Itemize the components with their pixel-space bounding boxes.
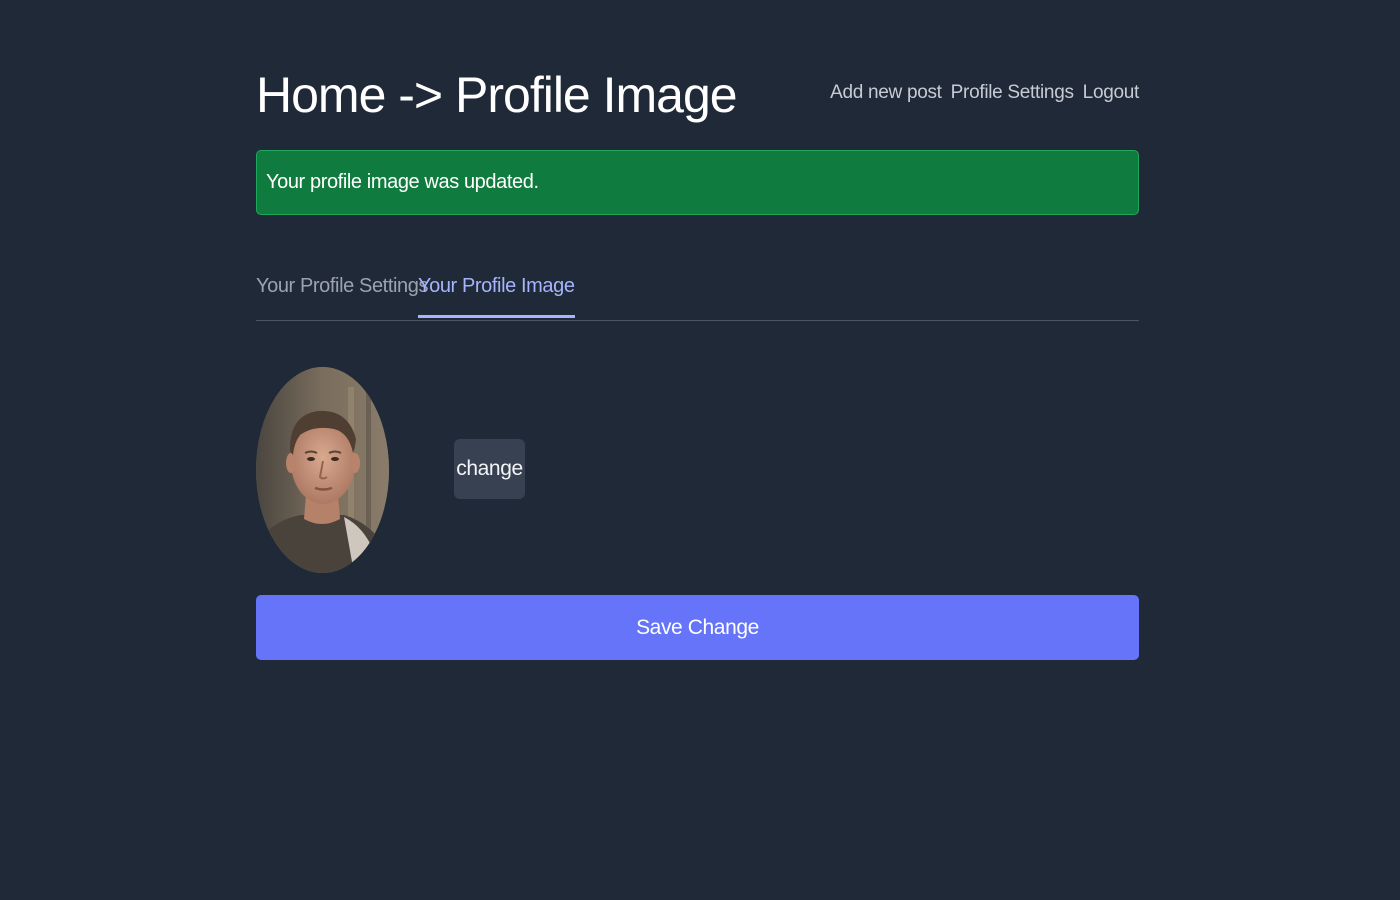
tab-profile-settings[interactable]: Your Profile Settings [256,268,428,318]
add-new-post-link[interactable]: Add new post [830,82,942,104]
page-header: Home -> Profile Image Add new post Profi… [256,0,1139,150]
user-photo-avatar-icon [256,367,389,573]
change-image-button[interactable]: change [454,439,525,499]
alert-message: Your profile image was updated. [266,171,539,193]
logout-link[interactable]: Logout [1083,82,1140,104]
top-nav: Add new post Profile Settings Logout [830,82,1139,104]
main-container: Home -> Profile Image Add new post Profi… [256,0,1139,660]
tab-profile-image[interactable]: Your Profile Image [418,268,575,318]
success-alert: Your profile image was updated. [256,150,1139,215]
profile-tabs: Your Profile Settings Your Profile Image [256,268,1139,321]
profile-avatar [256,367,389,573]
page-title: Home -> Profile Image [256,67,738,123]
save-change-button[interactable]: Save Change [256,595,1139,660]
profile-settings-link[interactable]: Profile Settings [951,82,1074,104]
